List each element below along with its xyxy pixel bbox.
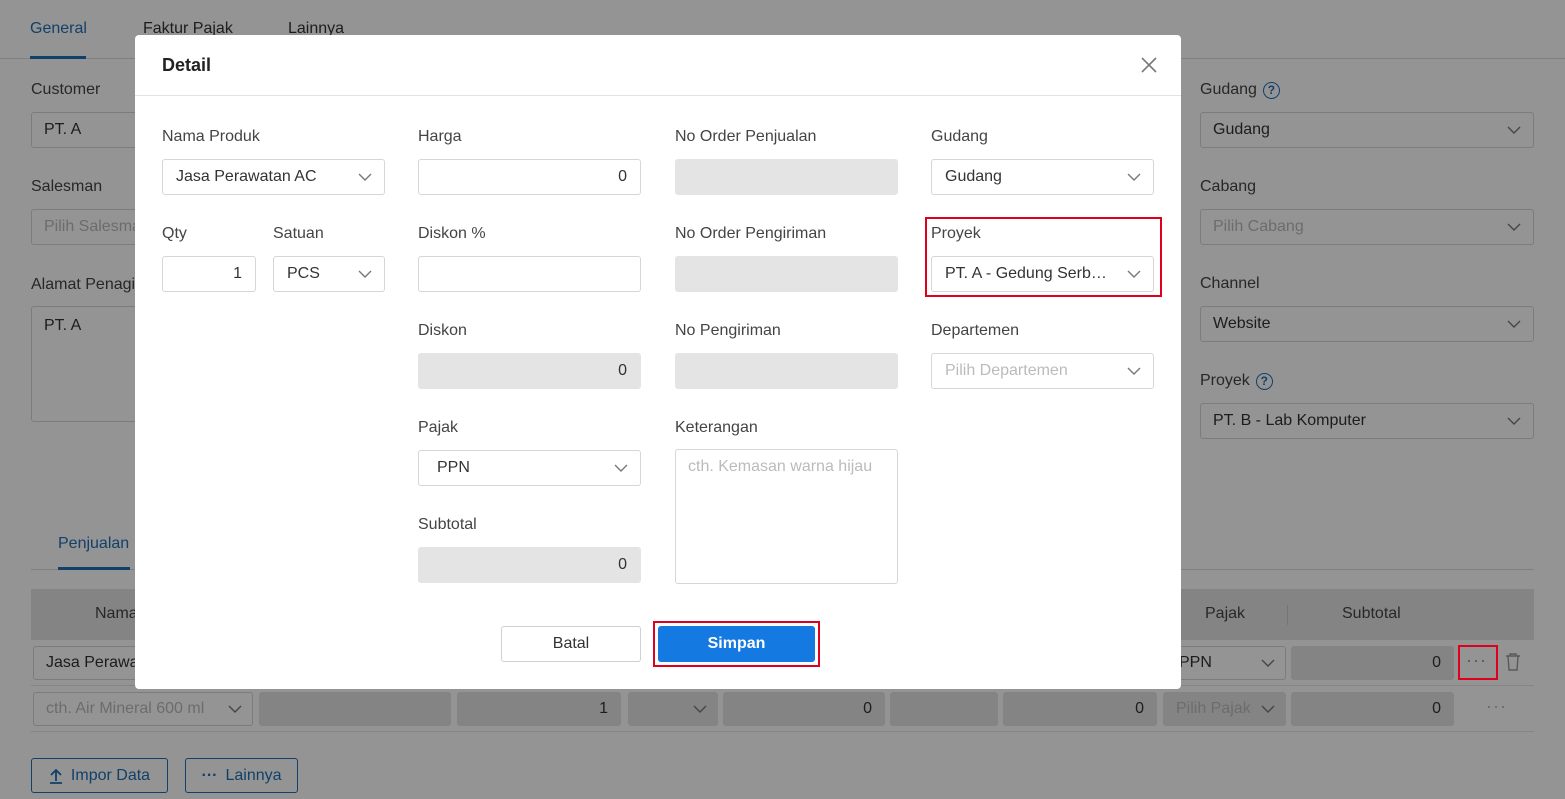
chevron-down-icon [1127, 270, 1141, 278]
nama-produk-select[interactable]: Jasa Perawatan AC [162, 159, 385, 195]
simpan-button[interactable]: Simpan [658, 626, 815, 662]
keterangan-textarea[interactable]: cth. Kemasan warna hijau [675, 449, 898, 584]
diskon-value: 0 [618, 362, 627, 379]
keterangan-label: Keterangan [675, 419, 758, 436]
chevron-down-icon [358, 270, 372, 278]
no-pengiriman-input [675, 353, 898, 389]
qty-label: Qty [162, 225, 187, 242]
no-order-penjualan-label: No Order Penjualan [675, 128, 817, 145]
diskon-persen-label: Diskon % [418, 225, 486, 242]
harga-input[interactable]: 0 [418, 159, 641, 195]
nama-produk-label: Nama Produk [162, 128, 260, 145]
no-order-penjualan-input [675, 159, 898, 195]
subtotal-input: 0 [418, 547, 641, 583]
chevron-down-icon [1127, 173, 1141, 181]
diskon-persen-input[interactable] [418, 256, 641, 292]
modal-title: Detail [162, 55, 212, 75]
proyek-label: Proyek [931, 225, 981, 242]
batal-label: Batal [552, 635, 590, 652]
close-icon[interactable] [1139, 55, 1159, 75]
no-order-pengiriman-input [675, 256, 898, 292]
keterangan-placeholder: cth. Kemasan warna hijau [688, 458, 873, 475]
harga-value: 0 [618, 168, 627, 185]
gudang-select[interactable]: Gudang [931, 159, 1154, 195]
qty-input[interactable]: 1 [162, 256, 256, 292]
pajak-label: Pajak [418, 419, 459, 436]
chevron-down-icon [358, 173, 372, 181]
pajak-select[interactable]: PPN [418, 450, 641, 486]
chevron-down-icon [1127, 367, 1141, 375]
simpan-label: Simpan [707, 635, 766, 652]
diskon-label: Diskon [418, 322, 467, 339]
detail-modal: Detail Nama Produk Jasa Perawatan AC Qty… [135, 35, 1181, 689]
subtotal-label: Subtotal [418, 516, 477, 533]
modal-header: Detail [135, 35, 1181, 96]
departemen-select[interactable]: Pilih Departemen [931, 353, 1154, 389]
harga-label: Harga [418, 128, 462, 145]
subtotal-value: 0 [618, 556, 627, 573]
qty-value: 1 [233, 265, 242, 282]
proyek-select[interactable]: PT. A - Gedung Serbaguna [931, 256, 1154, 292]
satuan-label: Satuan [273, 225, 324, 242]
satuan-value: PCS [287, 265, 320, 282]
diskon-input: 0 [418, 353, 641, 389]
no-order-pengiriman-label: No Order Pengiriman [675, 225, 827, 242]
batal-button[interactable]: Batal [501, 626, 641, 662]
gudang-label: Gudang [931, 128, 988, 145]
gudang-value: Gudang [945, 168, 1002, 185]
departemen-placeholder: Pilih Departemen [945, 362, 1068, 379]
pajak-value: PPN [437, 459, 470, 476]
departemen-label: Departemen [931, 322, 1020, 339]
proyek-value: PT. A - Gedung Serbaguna [945, 265, 1115, 282]
nama-produk-value: Jasa Perawatan AC [176, 168, 317, 185]
chevron-down-icon [614, 464, 628, 472]
satuan-select[interactable]: PCS [273, 256, 385, 292]
no-pengiriman-label: No Pengiriman [675, 322, 781, 339]
